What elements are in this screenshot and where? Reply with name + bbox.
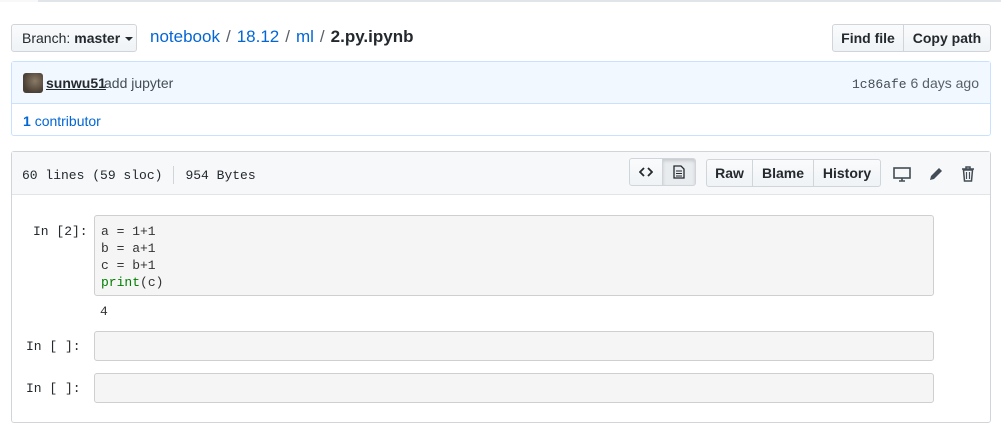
code-line: print(c) xyxy=(101,274,927,291)
file-header: 60 lines (59 sloc) 954 Bytes Raw Blame H… xyxy=(12,152,990,195)
code-line: b = a+1 xyxy=(101,241,156,256)
file-line-count: 60 lines (59 sloc) xyxy=(22,167,163,183)
code-line: a = 1+1 xyxy=(101,224,156,239)
code-cell-input[interactable] xyxy=(94,373,934,403)
breadcrumb-separator: / xyxy=(319,27,325,46)
cell-output: 4 xyxy=(100,304,108,319)
file-info: 60 lines (59 sloc) 954 Bytes xyxy=(22,166,256,184)
file-nav-button-group: Find file Copy path xyxy=(832,24,991,52)
breadcrumb-current-file: 2.py.ipynb xyxy=(330,27,414,46)
code-icon[interactable] xyxy=(629,158,663,186)
contributors-link[interactable]: 1 contributor xyxy=(23,113,101,129)
cell-prompt: In [ ]: xyxy=(26,381,81,396)
breadcrumb: notebook / 18.12 / ml / 2.py.ipynb xyxy=(150,27,413,47)
pencil-icon[interactable] xyxy=(926,164,946,184)
contributors-bar: 1 contributor xyxy=(12,104,990,136)
contributor-label: contributor xyxy=(34,113,101,129)
breadcrumb-folder-link[interactable]: 18.12 xyxy=(237,27,280,47)
top-divider xyxy=(0,0,1001,2)
history-button[interactable]: History xyxy=(813,159,881,187)
branch-name: master xyxy=(74,30,121,46)
view-toggle-group xyxy=(629,158,696,186)
code-cell-input[interactable] xyxy=(94,331,934,361)
raw-button[interactable]: Raw xyxy=(706,159,753,187)
latest-commit-bar: sunwu51 add jupyter 1c86afe 6 days ago xyxy=(12,62,990,104)
code-cell-input[interactable]: a = 1+1 b = a+1 c = b+1 print(c) xyxy=(94,215,934,296)
copy-path-button[interactable]: Copy path xyxy=(903,24,991,52)
commit-message[interactable]: add jupyter xyxy=(104,75,173,91)
blame-button[interactable]: Blame xyxy=(752,159,814,187)
trash-icon[interactable] xyxy=(958,164,978,184)
branch-label: Branch: xyxy=(22,30,71,46)
branch-select-button[interactable]: Branch: master xyxy=(11,24,137,52)
commit-author-link[interactable]: sunwu51 xyxy=(46,75,106,91)
cell-prompt: In [2]: xyxy=(33,224,88,239)
code-args: (c) xyxy=(140,275,164,290)
code-line: c = b+1 xyxy=(101,258,156,273)
commit-sha-link[interactable]: 1c86afe xyxy=(852,77,907,92)
avatar[interactable] xyxy=(23,73,43,93)
breadcrumb-repo-link[interactable]: notebook xyxy=(150,27,220,47)
chevron-down-icon xyxy=(125,37,134,41)
file-action-group: Raw Blame History xyxy=(706,159,881,187)
file-size: 954 Bytes xyxy=(185,167,256,183)
breadcrumb-separator: / xyxy=(225,27,231,46)
breadcrumb-folder-link[interactable]: ml xyxy=(296,27,314,47)
cell-prompt: In [ ]: xyxy=(26,339,81,354)
commit-meta: 1c86afe 6 days ago xyxy=(852,75,979,92)
desktop-icon[interactable] xyxy=(892,164,912,184)
commit-age: 6 days ago xyxy=(910,75,980,91)
file-viewer: 60 lines (59 sloc) 954 Bytes Raw Blame H… xyxy=(11,151,991,423)
breadcrumb-separator: / xyxy=(285,27,290,46)
contributor-count: 1 xyxy=(23,113,31,129)
code-builtin: print xyxy=(101,275,141,290)
file-text-icon[interactable] xyxy=(662,158,696,186)
find-file-button[interactable]: Find file xyxy=(832,24,904,52)
file-info-divider xyxy=(173,166,175,184)
commit-tease: sunwu51 add jupyter 1c86afe 6 days ago 1… xyxy=(11,61,991,136)
